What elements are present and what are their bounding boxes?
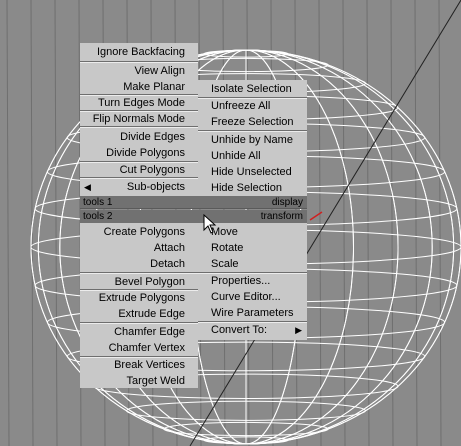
- grid-line: [414, 0, 418, 446]
- menu-item-isolate-selection[interactable]: Isolate Selection: [198, 81, 307, 97]
- menu-item-unfreeze-all[interactable]: Unfreeze All: [198, 98, 307, 114]
- grid-line: [438, 0, 442, 446]
- menu-item-extrude-polygons[interactable]: Extrude Polygons: [80, 290, 198, 306]
- quad-label-transform: transform: [260, 211, 303, 222]
- menu-separator: [80, 322, 198, 324]
- quad-header-display: display: [198, 196, 307, 209]
- grid-line: [6, 0, 10, 446]
- menu-item-view-align[interactable]: View Align: [80, 63, 198, 79]
- grid-line: [54, 0, 58, 446]
- menu-item-rotate[interactable]: Rotate: [198, 240, 307, 256]
- menu-item-detach[interactable]: Detach: [80, 256, 198, 272]
- quad-menu-transform: Move Rotate Scale Properties... Curve Ed…: [198, 223, 307, 340]
- menu-item-extrude-edge[interactable]: Extrude Edge: [80, 306, 198, 322]
- menu-item-chamfer-edge[interactable]: Chamfer Edge: [80, 324, 198, 340]
- menu-item-wire-parameters[interactable]: Wire Parameters: [198, 305, 307, 321]
- menu-item-attach[interactable]: Attach: [80, 240, 198, 256]
- quad-label-display: display: [271, 197, 303, 208]
- menu-item-chamfer-vertex[interactable]: Chamfer Vertex: [80, 340, 198, 356]
- menu-item-properties[interactable]: Properties...: [198, 273, 307, 289]
- menu-item-unhide-all[interactable]: Unhide All: [198, 148, 307, 164]
- menu-item-scale[interactable]: Scale: [198, 256, 307, 272]
- grid-line: [390, 0, 394, 446]
- menu-item-ignore-backfacing[interactable]: Ignore Backfacing: [80, 44, 198, 60]
- menu-item-label: Sub-objects: [126, 181, 185, 193]
- menu-item-curve-editor[interactable]: Curve Editor...: [198, 289, 307, 305]
- menu-item-hide-selection[interactable]: Hide Selection: [198, 180, 307, 196]
- quad-menu-display: Isolate Selection Unfreeze All Freeze Se…: [198, 80, 307, 196]
- menu-separator: [80, 272, 198, 274]
- quad-menu-tools1: Ignore Backfacing View Align Make Planar…: [80, 43, 198, 196]
- menu-item-make-planar[interactable]: Make Planar: [80, 79, 198, 95]
- menu-separator: [80, 126, 198, 128]
- menu-item-target-weld[interactable]: Target Weld: [80, 373, 198, 389]
- arrow-cursor-icon: [203, 214, 217, 234]
- menu-item-break-vertices[interactable]: Break Vertices: [80, 357, 198, 373]
- menu-item-convert-to[interactable]: Convert To: ▶: [198, 322, 307, 338]
- menu-item-create-polygons[interactable]: Create Polygons: [80, 224, 198, 240]
- menu-item-turn-edges-mode[interactable]: Turn Edges Mode: [80, 95, 198, 111]
- triangle-right-icon: ▶: [295, 325, 302, 335]
- menu-item-label: Convert To:: [211, 324, 268, 336]
- quad-label-tools2: tools 2: [83, 211, 113, 222]
- menu-item-freeze-selection[interactable]: Freeze Selection: [198, 114, 307, 130]
- quad-header-tools1: tools 1: [80, 196, 198, 209]
- quad-menu-tools2: Create Polygons Attach Detach Bevel Poly…: [80, 223, 198, 388]
- grid-line: [342, 0, 346, 446]
- menu-item-flip-normals-mode[interactable]: Flip Normals Mode: [80, 111, 198, 127]
- menu-item-bevel-polygon[interactable]: Bevel Polygon: [80, 274, 198, 290]
- menu-separator: [198, 130, 307, 132]
- quad-label-tools1: tools 1: [83, 197, 113, 208]
- menu-separator: [80, 177, 198, 179]
- menu-item-cut-polygons[interactable]: Cut Polygons: [80, 162, 198, 178]
- triangle-left-icon: ◀: [84, 182, 91, 192]
- menu-item-unhide-by-name[interactable]: Unhide by Name: [198, 132, 307, 148]
- menu-item-hide-unselected[interactable]: Hide Unselected: [198, 164, 307, 180]
- quad-header-tools2: tools 2: [80, 210, 198, 223]
- menu-item-divide-polygons[interactable]: Divide Polygons: [80, 145, 198, 161]
- menu-separator: [80, 61, 198, 63]
- menu-item-sub-objects[interactable]: ◀ Sub-objects: [80, 179, 198, 195]
- menu-item-divide-edges[interactable]: Divide Edges: [80, 129, 198, 145]
